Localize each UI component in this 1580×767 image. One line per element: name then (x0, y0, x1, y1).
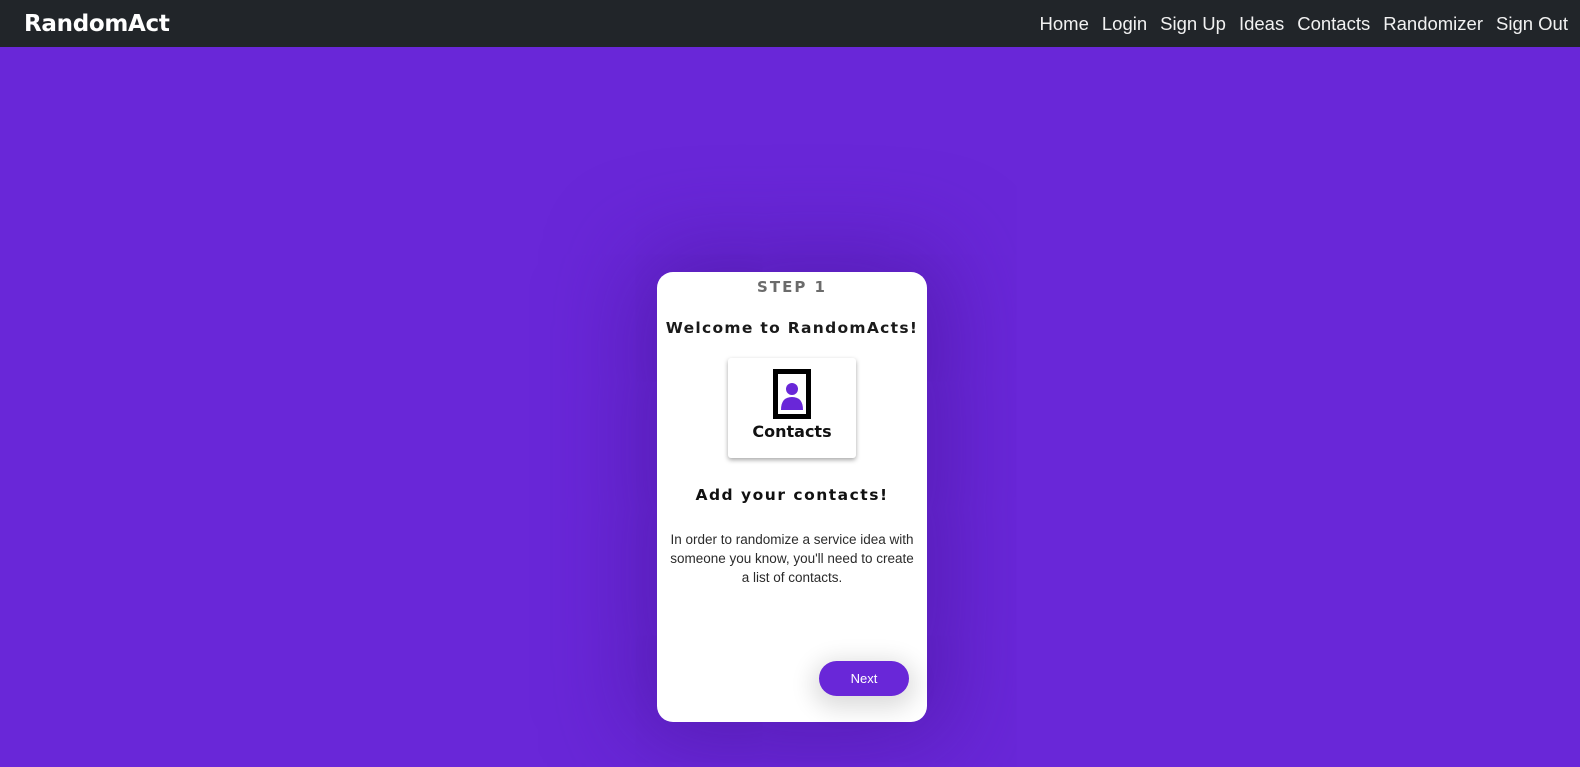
next-button[interactable]: Next (819, 661, 909, 696)
nav-link-home[interactable]: Home (1040, 13, 1089, 35)
onboarding-step-card: STEP 1 Welcome to RandomActs! Contacts A… (657, 272, 927, 722)
step-description: In order to randomize a service idea wit… (670, 532, 914, 585)
nav-link-sign-up[interactable]: Sign Up (1160, 13, 1226, 35)
brand-logo-link[interactable]: RandomAct (24, 11, 170, 37)
nav-link-randomizer[interactable]: Randomizer (1383, 13, 1483, 35)
nav-link-login[interactable]: Login (1102, 13, 1147, 35)
contact-portrait-icon (773, 369, 811, 419)
nav-link-sign-out[interactable]: Sign Out (1496, 13, 1568, 35)
contacts-tile-label: Contacts (752, 422, 832, 441)
step-heading: Add your contacts! (695, 486, 889, 504)
nav-link-ideas[interactable]: Ideas (1239, 13, 1284, 35)
nav-link-contacts[interactable]: Contacts (1297, 13, 1370, 35)
step-label: STEP 1 (757, 278, 827, 296)
contacts-tile: Contacts (728, 358, 856, 458)
top-navbar: RandomAct Home Login Sign Up Ideas Conta… (0, 0, 1580, 47)
nav-links: Home Login Sign Up Ideas Contacts Random… (1040, 13, 1568, 35)
welcome-title: Welcome to RandomActs! (665, 319, 919, 337)
